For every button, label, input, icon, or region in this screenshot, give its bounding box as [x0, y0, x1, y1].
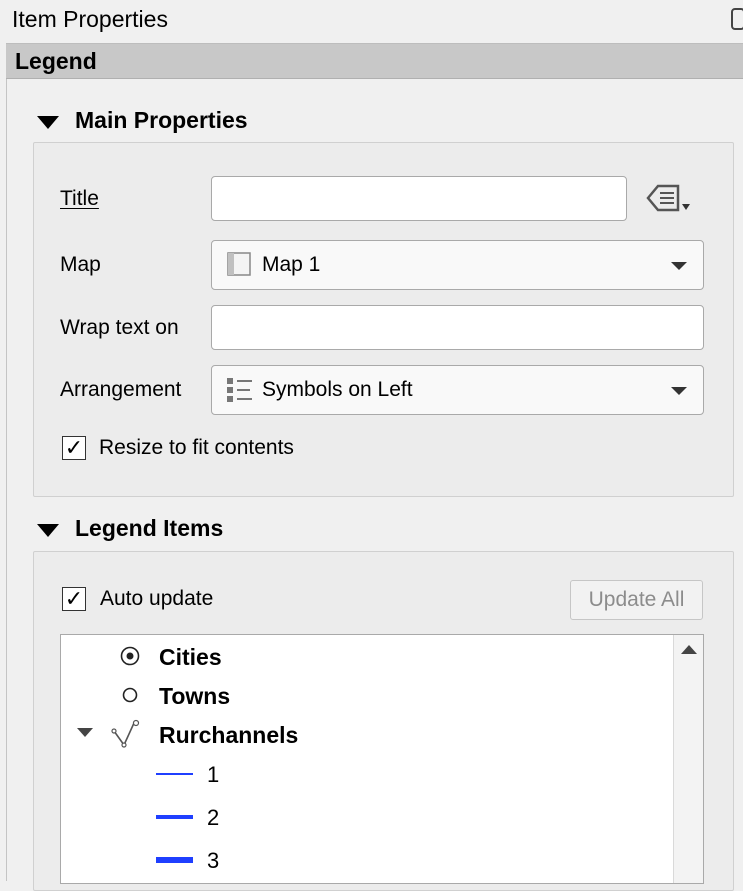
- line-symbol-1: [156, 773, 193, 775]
- map-label: Map: [60, 253, 101, 276]
- line-symbol-2: [156, 815, 193, 819]
- point-symbol-icon: [119, 645, 141, 667]
- map-combo[interactable]: Map 1: [211, 240, 704, 290]
- arrangement-combo[interactable]: Symbols on Left: [211, 365, 704, 415]
- float-icon[interactable]: [731, 8, 743, 30]
- wrap-input[interactable]: [211, 305, 704, 350]
- tree-item-class-1[interactable]: 1: [207, 762, 219, 788]
- tree-item-rurchannels[interactable]: Rurchannels: [159, 722, 298, 749]
- main-properties-header[interactable]: Main Properties: [75, 107, 248, 134]
- dropdown-arrow-icon: [671, 387, 687, 395]
- tree-item-towns[interactable]: Towns: [159, 683, 230, 710]
- title-label: Title: [60, 187, 99, 210]
- auto-update-checkbox[interactable]: ✓: [62, 587, 86, 611]
- line-symbol-3: [156, 857, 193, 863]
- auto-update-label[interactable]: Auto update: [100, 587, 213, 611]
- arrangement-label: Arrangement: [60, 378, 182, 401]
- tree-scrollbar[interactable]: [673, 635, 703, 883]
- dropdown-arrow-icon: [671, 262, 687, 270]
- arrangement-value: Symbols on Left: [262, 378, 413, 401]
- collapse-triangle-icon[interactable]: [37, 524, 59, 537]
- legend-items-header[interactable]: Legend Items: [75, 515, 223, 542]
- section-header: Legend: [6, 43, 743, 79]
- line-layer-icon: [111, 719, 147, 749]
- point-symbol-icon: [121, 686, 139, 704]
- title-input[interactable]: [211, 176, 627, 221]
- section-title: Legend: [15, 48, 97, 74]
- tree-item-class-2[interactable]: 2: [207, 805, 219, 831]
- update-all-button[interactable]: Update All: [570, 580, 703, 620]
- scroll-up-icon[interactable]: [681, 645, 697, 654]
- panel-title: Item Properties: [12, 6, 168, 32]
- expression-icon[interactable]: [644, 180, 696, 216]
- tree-item-cities[interactable]: Cities: [159, 644, 222, 671]
- tree-item-class-3[interactable]: 3: [207, 848, 219, 874]
- resize-checkbox[interactable]: ✓: [62, 436, 86, 460]
- map-icon: [227, 252, 251, 276]
- wrap-label: Wrap text on: [60, 316, 179, 339]
- map-value: Map 1: [262, 253, 321, 276]
- expand-triangle-icon[interactable]: [77, 728, 93, 737]
- resize-label[interactable]: Resize to fit contents: [99, 436, 294, 460]
- legend-tree[interactable]: Cities Towns Rurchannels 1 2 3: [60, 634, 704, 884]
- arrangement-icon: [226, 377, 254, 403]
- collapse-triangle-icon[interactable]: [37, 116, 59, 129]
